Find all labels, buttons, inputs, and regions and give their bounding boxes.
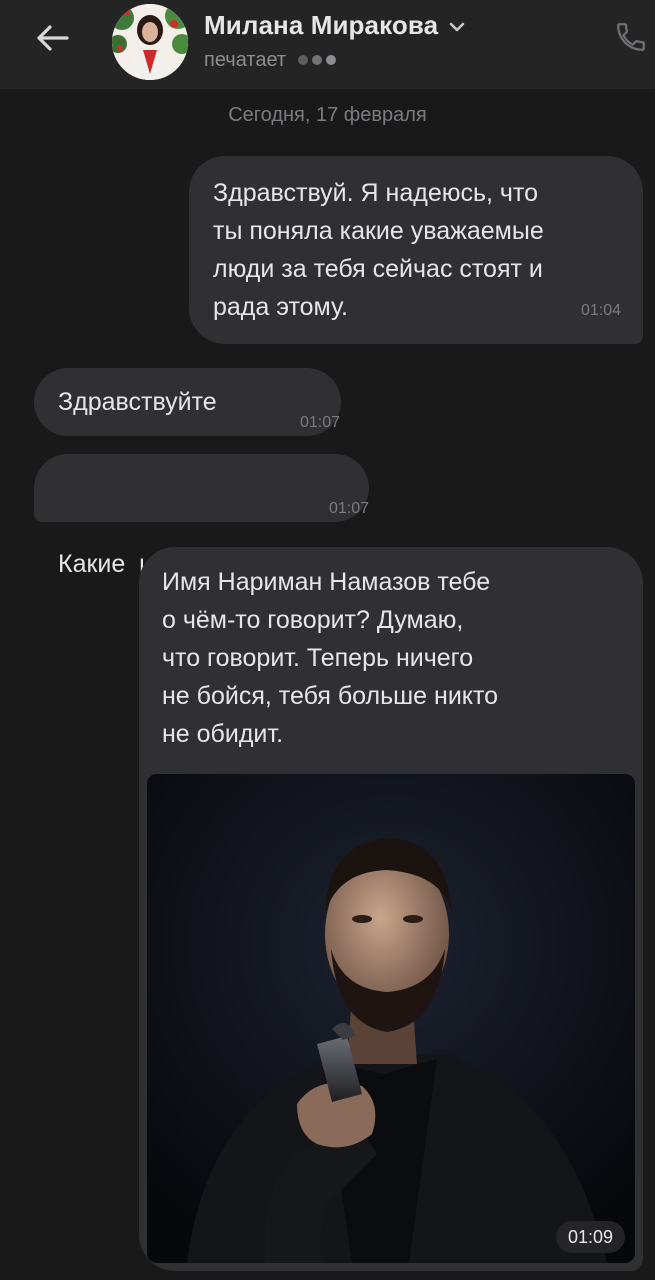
date-divider: Сегодня, 17 февраля [228, 104, 427, 126]
typing-status: печатает [204, 46, 340, 74]
message-text: Здравствуй. Я надеюсь, что ты поняла как… [213, 179, 544, 321]
call-button[interactable] [608, 12, 654, 62]
typing-dots-icon [298, 55, 340, 65]
chat-header: Милана Миракова печатает [0, 0, 655, 90]
message-time: 01:07 [329, 500, 370, 517]
chevron-down-icon [449, 22, 465, 32]
message-bubble-outgoing[interactable]: Здравствуй. Я надеюсь, что ты поняла как… [189, 156, 643, 344]
phone-icon [617, 23, 645, 51]
arrow-left-icon [37, 25, 69, 51]
contact-name: Милана Миракова [204, 9, 439, 40]
message-time: 01:09 [555, 1221, 625, 1253]
message-time: 01:04 [580, 302, 621, 319]
message-text: Имя Нариман Намазов тебе о чём-то говори… [162, 568, 499, 748]
photo-image [147, 774, 635, 1263]
message-bubble-incoming[interactable]: Здравствуйте 01:07 [34, 368, 341, 436]
message-bubble-incoming[interactable]: Какие именно? 01:07 [34, 454, 369, 578]
message-text: Здравствуйте [58, 388, 217, 416]
photo-attachment[interactable]: 01:09 [147, 774, 635, 1263]
message-bubble-outgoing[interactable]: Имя Нариман Намазов тебе о чём-то говори… [139, 547, 643, 1271]
avatar[interactable] [112, 4, 188, 80]
message-time: 01:07 [300, 414, 341, 431]
contact-name-button[interactable]: Милана Миракова [204, 8, 466, 42]
back-button[interactable] [22, 14, 82, 62]
status-text: печатает [204, 48, 287, 71]
